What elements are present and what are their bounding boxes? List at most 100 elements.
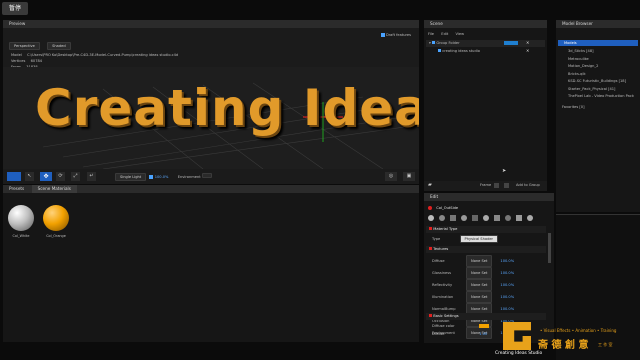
browser-item[interactable]: ThePixel Lab - Video Production Pack <box>568 93 634 101</box>
frame-label[interactable]: Frame <box>480 183 491 187</box>
section-basic-settings[interactable]: Basic Settings <box>426 313 546 320</box>
model-path: C:\Users\PRO Ko\Desktop\Pre-C4D-3E-Model… <box>27 53 179 57</box>
type-dropdown[interactable]: Physical Shader <box>459 235 499 243</box>
menu-file[interactable]: File <box>428 32 434 36</box>
texture-button[interactable]: None Set <box>466 291 493 303</box>
material-swatch-white[interactable]: Col_White <box>8 205 34 238</box>
scene-menu: File Edit View <box>428 31 464 36</box>
3d-viewport[interactable]: Creating Ideas S <box>3 67 419 169</box>
pause-button[interactable]: 暂停 <box>2 2 28 15</box>
sphere-preview-white <box>8 205 34 231</box>
tree-row-group-folder[interactable]: ▾ Group Folder ✕ <box>426 40 545 47</box>
presets-tabs: Presets Scene Materials <box>3 185 419 193</box>
folder-icon[interactable] <box>516 215 522 221</box>
light-value[interactable]: 100.0% <box>155 175 169 179</box>
camera-tool-button[interactable] <box>7 172 21 181</box>
browser-item-label: Favorites [0] <box>562 105 585 109</box>
texture-row: Illumination None Set 100.0% <box>432 291 514 303</box>
single-light-button[interactable]: Single Light <box>115 173 147 181</box>
environment-label: Environment <box>177 175 201 179</box>
texture-row: Diffuse None Set 100.0% <box>432 255 514 267</box>
browser-item[interactable]: Starter_Pack_Physical [41] <box>568 86 634 94</box>
texture-value[interactable]: 100.0% <box>500 271 514 275</box>
shader-icon[interactable] <box>439 215 445 221</box>
sphere-preview-orange <box>43 205 69 231</box>
section-textures[interactable]: Textures <box>426 246 546 253</box>
model-browser-panel: Model Browser Models 3d_Sticks [48] Metr… <box>556 20 640 212</box>
frame-icon[interactable] <box>494 183 499 188</box>
texture-value[interactable]: 100.0% <box>500 283 514 287</box>
trash-icon[interactable] <box>504 183 509 188</box>
add-to-group-label[interactable]: Add to Group <box>516 183 540 187</box>
draft-features-label: Draft features <box>385 33 411 37</box>
material-swatch-orange[interactable]: Col_Orange <box>43 205 69 238</box>
texture-icon[interactable] <box>450 215 456 221</box>
light-checkbox[interactable] <box>149 175 154 179</box>
browser-item-list: 3d_Sticks [48] Metroculike Motion_Design… <box>568 48 634 101</box>
snapshot-button[interactable]: ◎ <box>385 172 397 181</box>
diffuse-value[interactable]: 1.00 <box>479 332 487 336</box>
texture-row: Glossiness None Set 100.0% <box>432 267 514 279</box>
settings-icon[interactable] <box>494 215 500 221</box>
browser-item-label: Models <box>564 41 577 45</box>
fullscreen-button[interactable]: ▣ <box>403 172 415 181</box>
scale-tool-button[interactable]: ⤢ <box>71 172 80 181</box>
checkbox-icon[interactable] <box>432 41 436 44</box>
material-name: Col_White <box>12 234 30 238</box>
shaded-dropdown[interactable]: Shaded <box>47 42 71 50</box>
expand-arrow-icon[interactable]: ▾ <box>429 41 431 45</box>
reset-tool-button[interactable]: ↵ <box>87 172 96 181</box>
menu-edit[interactable]: Edit <box>441 32 448 36</box>
globe-icon[interactable] <box>461 215 467 221</box>
browser-item[interactable]: Bricks-qlk <box>568 71 634 79</box>
texture-value[interactable]: 100.0% <box>500 295 514 299</box>
cursor-icon: ➤ <box>502 168 507 174</box>
camera-icon[interactable] <box>505 215 511 221</box>
texture-button[interactable]: None Set <box>466 267 493 279</box>
sphere-icon[interactable] <box>428 215 434 221</box>
section-marker-icon <box>429 247 432 250</box>
browser-item-models[interactable]: Models <box>558 40 638 46</box>
perspective-dropdown[interactable]: Perspective <box>9 42 40 50</box>
browser-item[interactable]: KSD-SC Futuristic_Buildings [18] <box>568 78 634 86</box>
environment-toggle[interactable] <box>201 173 212 178</box>
watermark-tagline: • Visual Effects • Animation • Training <box>540 328 617 333</box>
light-icon[interactable] <box>483 215 489 221</box>
section-title: Material Type <box>433 227 458 231</box>
logo-shape-icon <box>503 322 531 350</box>
section-marker-icon <box>429 314 432 317</box>
browser-item[interactable]: 3d_Sticks [48] <box>568 48 634 56</box>
tab-scene-materials[interactable]: Scene Materials <box>31 185 77 193</box>
select-tool-button[interactable]: ↖ <box>25 172 34 181</box>
texture-value[interactable]: 100.0% <box>500 259 514 263</box>
tab-presets[interactable]: Presets <box>3 185 30 193</box>
edit-panel: Edit Col_OutSide Material Type Type Phys… <box>424 193 554 343</box>
browser-item-favorites[interactable]: Favorites [0] <box>562 104 584 109</box>
checkbox-icon[interactable] <box>438 49 441 52</box>
tree-row-model[interactable]: creating ideas studio ✕ <box>426 48 545 55</box>
checkbox-icon[interactable] <box>380 33 385 37</box>
section-material-type[interactable]: Material Type <box>426 226 546 233</box>
type-label: Type <box>432 237 441 241</box>
rotate-tool-button[interactable]: ⟳ <box>56 172 65 181</box>
menu-view[interactable]: View <box>456 32 465 36</box>
layer-icon[interactable] <box>472 215 478 221</box>
texture-button[interactable]: None Set <box>466 255 493 267</box>
move-tool-button[interactable]: ✥ <box>40 172 52 181</box>
folder-icon[interactable]: ▰ <box>428 182 432 188</box>
diffuse-color-label: Diffuse color <box>432 324 455 328</box>
close-icon[interactable]: ✕ <box>526 40 529 45</box>
browser-item[interactable]: Metroculike <box>568 56 634 64</box>
texture-value[interactable]: 100.0% <box>500 307 514 311</box>
diffuse-color-swatch[interactable] <box>479 324 490 328</box>
draft-features-toggle[interactable]: Draft features <box>380 32 411 37</box>
gear-icon[interactable] <box>527 215 533 221</box>
tree-label: Group Folder <box>436 41 460 45</box>
texture-label: Illumination <box>432 295 454 299</box>
vertices-label: Vertices <box>11 59 26 63</box>
edit-scrollbar[interactable] <box>548 233 551 263</box>
texture-button[interactable]: None Set <box>466 279 493 291</box>
browser-item[interactable]: Motion_Design_2 <box>568 63 634 71</box>
close-icon[interactable]: ✕ <box>526 48 529 53</box>
watermark-chinese-sub: 工 作 室 <box>598 342 613 347</box>
